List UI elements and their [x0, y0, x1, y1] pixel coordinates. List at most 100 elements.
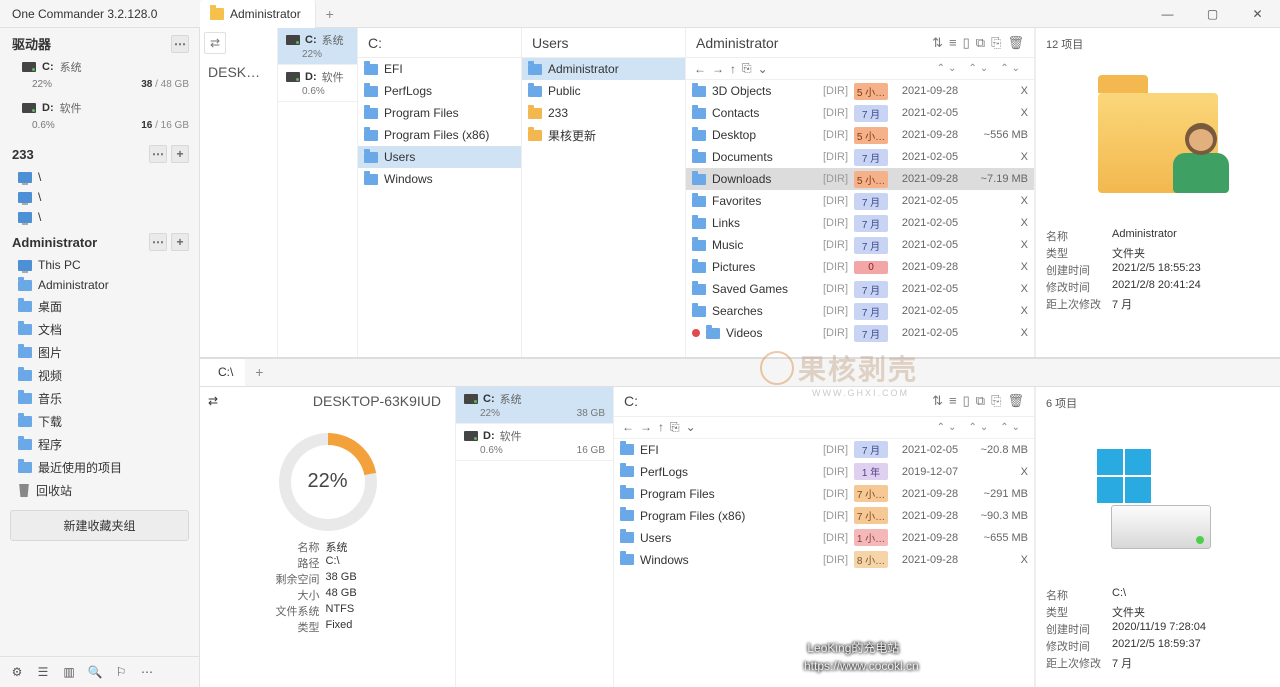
sort-col-icon[interactable]: ⌄ — [948, 63, 956, 74]
openfolder-icon[interactable]: ⎘ — [742, 61, 752, 76]
chevron-down-icon[interactable]: ⌄ — [686, 420, 696, 434]
list-item[interactable]: 果核更新 — [522, 124, 685, 146]
list-item[interactable]: 3D Objects [DIR] 5 小… 2021-09-28 X — [686, 80, 1034, 102]
add-tab-button[interactable]: + — [245, 364, 273, 380]
sort-col-icon[interactable]: ⌄ — [1012, 422, 1020, 433]
favorite-item[interactable]: 程序 — [0, 433, 199, 456]
favorite-item[interactable]: 音乐 — [0, 387, 199, 410]
up-icon[interactable]: ↑ — [730, 62, 736, 76]
pane-tab[interactable]: C:\ — [200, 359, 245, 386]
maximize-button[interactable]: ▢ — [1190, 0, 1235, 28]
breadcrumb-desktop[interactable]: DESKTOP-63K9IUD — [226, 393, 447, 409]
sort-col-icon[interactable]: ⌃ — [968, 63, 976, 74]
mini-drive[interactable]: C:系统 22%38 GB — [456, 387, 613, 424]
more-icon[interactable]: ⋯ — [171, 35, 189, 53]
newfile-icon[interactable]: ▯ — [963, 35, 970, 51]
favorite-item[interactable]: 桌面 — [0, 295, 199, 318]
mini-drive[interactable]: C:系统 22% — [278, 28, 357, 65]
list-item[interactable]: Users — [358, 146, 521, 168]
list-item[interactable]: Saved Games [DIR] 7 月 2021-02-05 X — [686, 278, 1034, 300]
sort-col-icon[interactable]: ⌃ — [1000, 422, 1008, 433]
list-icon[interactable]: ≡ — [949, 393, 957, 409]
delete-icon[interactable]: 🗑 — [1007, 393, 1024, 409]
list-item[interactable]: Contacts [DIR] 7 月 2021-02-05 X — [686, 102, 1034, 124]
toolbar-icon[interactable]: ☰ — [34, 663, 52, 681]
list-item[interactable]: Music [DIR] 7 月 2021-02-05 X — [686, 234, 1034, 256]
list-item[interactable]: Program Files — [358, 102, 521, 124]
titlebar-tab[interactable]: Administrator — [200, 0, 316, 28]
favorite-item[interactable]: 下载 — [0, 410, 199, 433]
new-favorite-group-button[interactable]: 新建收藏夹组 — [10, 510, 189, 541]
paste-icon[interactable]: ⎘ — [991, 35, 1001, 51]
favorite-item[interactable]: \ — [0, 187, 199, 207]
toolbar-icon[interactable]: ⚙ — [8, 663, 26, 681]
list-item[interactable]: Links [DIR] 7 月 2021-02-05 X — [686, 212, 1034, 234]
add-icon[interactable]: + — [171, 145, 189, 163]
paste-icon[interactable]: ⎘ — [991, 393, 1001, 409]
more-icon[interactable]: ⋯ — [149, 145, 167, 163]
toggle-columns-icon[interactable]: ⇄ — [204, 32, 226, 54]
close-button[interactable]: ✕ — [1235, 0, 1280, 28]
favorite-item[interactable]: 文档 — [0, 318, 199, 341]
list-item[interactable]: Documents [DIR] 7 月 2021-02-05 X — [686, 146, 1034, 168]
list-item[interactable]: Pictures [DIR] 0 2021-09-28 X — [686, 256, 1034, 278]
list-item[interactable]: Administrator — [522, 58, 685, 80]
list-item[interactable]: Searches [DIR] 7 月 2021-02-05 X — [686, 300, 1034, 322]
toolbar-icon[interactable]: ⚐ — [112, 663, 130, 681]
back-icon[interactable]: ← — [622, 420, 634, 434]
more-icon[interactable]: ⋯ — [149, 233, 167, 251]
forward-icon[interactable]: → — [640, 420, 652, 434]
sort-icon[interactable]: ⇅ — [932, 393, 943, 409]
list-item[interactable]: EFI [DIR] 7 月 2021-02-05 ~20.8 MB — [614, 439, 1034, 461]
list-item[interactable]: Downloads [DIR] 5 小… 2021-09-28 ~7.19 MB — [686, 168, 1034, 190]
mini-drive[interactable]: D:软件 0.6%16 GB — [456, 424, 613, 461]
favorite-item[interactable]: 最近使用的项目 — [0, 456, 199, 479]
chevron-down-icon[interactable]: ⌄ — [758, 62, 768, 76]
mini-drive[interactable]: D:软件 0.6% — [278, 65, 357, 102]
list-item[interactable]: Program Files (x86) [DIR] 7 小… 2021-09-2… — [614, 505, 1034, 527]
list-item[interactable]: Public — [522, 80, 685, 102]
sort-col-icon[interactable]: ⌃ — [937, 422, 945, 433]
favorite-item[interactable]: 回收站 — [0, 479, 199, 502]
toolbar-icon[interactable]: 🔍 — [86, 663, 104, 681]
sort-col-icon[interactable]: ⌃ — [937, 63, 945, 74]
breadcrumb-desktop[interactable]: DESK… — [200, 58, 277, 357]
list-item[interactable]: Videos [DIR] 7 月 2021-02-05 X — [686, 322, 1034, 344]
list-item[interactable]: Windows [DIR] 8 小… 2021-09-28 X — [614, 549, 1034, 571]
favorite-item[interactable]: Administrator — [0, 275, 199, 295]
list-item[interactable]: EFI — [358, 58, 521, 80]
back-icon[interactable]: ← — [694, 62, 706, 76]
up-icon[interactable]: ↑ — [658, 420, 664, 434]
toolbar-icon[interactable]: ▥ — [60, 663, 78, 681]
sort-col-icon[interactable]: ⌄ — [980, 422, 988, 433]
list-item[interactable]: PerfLogs [DIR] 1 年 2019-12-07 X — [614, 461, 1034, 483]
list-icon[interactable]: ≡ — [949, 35, 957, 51]
openfolder-icon[interactable]: ⎘ — [670, 420, 680, 435]
favorite-item[interactable]: \ — [0, 167, 199, 187]
list-item[interactable]: Program Files (x86) — [358, 124, 521, 146]
sort-col-icon[interactable]: ⌃ — [968, 422, 976, 433]
sort-col-icon[interactable]: ⌄ — [980, 63, 988, 74]
sort-col-icon[interactable]: ⌄ — [1012, 63, 1020, 74]
favorite-item[interactable]: 图片 — [0, 341, 199, 364]
forward-icon[interactable]: → — [712, 62, 724, 76]
sort-col-icon[interactable]: ⌃ — [1000, 63, 1008, 74]
copy-icon[interactable]: ⧉ — [976, 35, 985, 51]
list-item[interactable]: PerfLogs — [358, 80, 521, 102]
sort-icon[interactable]: ⇅ — [932, 35, 943, 51]
list-item[interactable]: 233 — [522, 102, 685, 124]
sidebar-drive[interactable]: D:软件 — [0, 98, 199, 120]
minimize-button[interactable]: — — [1145, 0, 1190, 28]
list-item[interactable]: Users [DIR] 1 小… 2021-09-28 ~655 MB — [614, 527, 1034, 549]
sidebar-drive[interactable]: C:系统 — [0, 57, 199, 79]
toolbar-icon[interactable]: ⋯ — [138, 663, 156, 681]
add-icon[interactable]: + — [171, 233, 189, 251]
favorite-item[interactable]: 视频 — [0, 364, 199, 387]
list-item[interactable]: Desktop [DIR] 5 小… 2021-09-28 ~556 MB — [686, 124, 1034, 146]
favorite-item[interactable]: \ — [0, 207, 199, 227]
sort-col-icon[interactable]: ⌄ — [948, 422, 956, 433]
newfile-icon[interactable]: ▯ — [963, 393, 970, 409]
favorite-item[interactable]: This PC — [0, 255, 199, 275]
toggle-columns-icon[interactable]: ⇄ — [208, 394, 218, 408]
list-item[interactable]: Program Files [DIR] 7 小… 2021-09-28 ~291… — [614, 483, 1034, 505]
